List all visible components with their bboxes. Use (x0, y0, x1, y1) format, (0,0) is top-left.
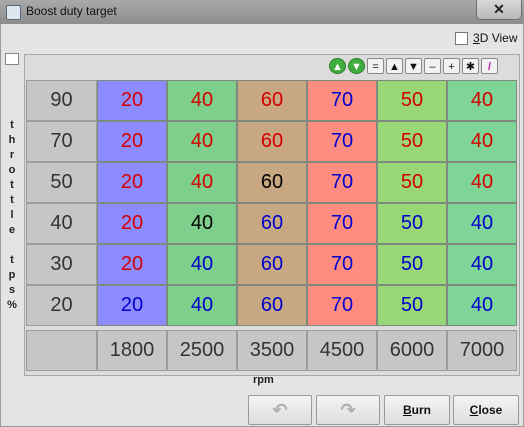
y-axis-label: t h r o t t l e t p s% (6, 118, 18, 313)
checkbox-box[interactable] (455, 31, 468, 45)
x-axis-label: rpm (253, 374, 274, 386)
table-cell[interactable]: 50 (377, 162, 447, 203)
table-cell[interactable]: 50 (377, 244, 447, 285)
undo-button[interactable]: ↶ (248, 395, 312, 425)
table-cell[interactable]: 40 (447, 121, 517, 162)
y-axis-cell[interactable]: 20 (26, 285, 97, 326)
table-cell[interactable]: 50 (377, 285, 447, 326)
table-cell[interactable]: 20 (97, 162, 167, 203)
y-axis-cell[interactable]: 50 (26, 162, 97, 203)
table-cell[interactable]: 40 (447, 244, 517, 285)
plus-icon[interactable]: + (443, 58, 460, 74)
y-axis-letter (6, 238, 18, 253)
redo-button[interactable]: ↷ (316, 395, 380, 425)
table-cell[interactable]: 60 (237, 285, 307, 326)
3d-view-mnemonic: 3 (473, 31, 480, 45)
table-cell[interactable]: 40 (447, 80, 517, 121)
burn-mnemonic: B (402, 403, 412, 417)
table-cell[interactable]: 60 (237, 244, 307, 285)
up-arrow-icon[interactable]: ▲ (386, 58, 403, 74)
x-axis-cell[interactable]: 3500 (237, 330, 307, 371)
close-button[interactable]: Close (453, 395, 519, 425)
window-title: Boost duty target (26, 4, 117, 18)
decrease-icon[interactable]: ▼ (348, 58, 365, 74)
table-cell[interactable]: 40 (167, 162, 237, 203)
increase-icon[interactable]: ▲ (329, 58, 346, 74)
y-axis-cell[interactable]: 30 (26, 244, 97, 285)
table-cell[interactable]: 40 (167, 121, 237, 162)
y-axis-letter: o (8, 164, 16, 176)
x-axis-cell[interactable]: 6000 (377, 330, 447, 371)
x-axis-cell[interactable]: 1800 (97, 330, 167, 371)
table-cell[interactable]: 70 (307, 80, 377, 121)
table-cell[interactable]: 40 (447, 203, 517, 244)
y-axis-letter: t (10, 179, 14, 191)
table-cell[interactable]: 40 (167, 80, 237, 121)
brush-icon[interactable]: / (481, 58, 498, 74)
table-cell[interactable]: 60 (237, 80, 307, 121)
window-close-button[interactable]: ✕ (476, 0, 522, 20)
table-cell[interactable]: 60 (237, 162, 307, 203)
y-axis-cell[interactable]: 40 (26, 203, 97, 244)
burn-button[interactable]: Burn (384, 395, 450, 425)
table-cell[interactable]: 40 (447, 285, 517, 326)
table-cell[interactable]: 70 (307, 285, 377, 326)
table-cell[interactable]: 20 (97, 244, 167, 285)
y-axis-letter: p (8, 269, 16, 281)
table-cell[interactable]: 20 (97, 80, 167, 121)
x-axis-cell[interactable]: 4500 (307, 330, 377, 371)
table-cell[interactable]: 70 (307, 162, 377, 203)
3d-view-checkbox[interactable]: 3D View (455, 31, 517, 45)
table-toolbar: ▲ ▼ = ▲ ▼ – + ✱ / (329, 58, 498, 74)
table-cell[interactable]: 40 (167, 244, 237, 285)
y-axis-cell[interactable]: 70 (26, 121, 97, 162)
down-arrow-icon[interactable]: ▼ (405, 58, 422, 74)
multiply-icon[interactable]: ✱ (462, 58, 479, 74)
y-axis-letter: t (10, 119, 14, 131)
table-cell[interactable]: 50 (377, 121, 447, 162)
title-bar: Boost duty target ✕ (0, 0, 524, 24)
edit-table-icon[interactable] (5, 53, 19, 65)
y-axis-letter: s (8, 284, 16, 296)
table-cell[interactable]: 70 (307, 203, 377, 244)
table-cell[interactable]: 50 (377, 80, 447, 121)
table-cell[interactable]: 60 (237, 121, 307, 162)
y-axis-letter: % (7, 299, 17, 311)
y-axis-letter: t (10, 194, 14, 206)
table-cell[interactable]: 20 (97, 121, 167, 162)
table-cell[interactable]: 40 (447, 162, 517, 203)
y-axis-letter: h (8, 134, 16, 146)
y-axis-cell[interactable]: 90 (26, 80, 97, 121)
y-axis-letter: r (9, 149, 15, 161)
minus-icon[interactable]: – (424, 58, 441, 74)
3d-view-label: D View (479, 31, 518, 45)
table-cell[interactable]: 20 (97, 285, 167, 326)
table-cell[interactable]: 20 (97, 203, 167, 244)
table-cell[interactable]: 70 (307, 121, 377, 162)
y-axis-letter: e (8, 224, 16, 236)
table-cell[interactable]: 70 (307, 244, 377, 285)
table-corner (26, 330, 97, 371)
table-cell[interactable]: 50 (377, 203, 447, 244)
burn-label: urn (411, 403, 431, 417)
y-axis-letter: l (10, 209, 14, 221)
table-cell[interactable]: 40 (167, 285, 237, 326)
x-axis-cell[interactable]: 2500 (167, 330, 237, 371)
y-axis-letter: t (10, 254, 14, 266)
app-icon (6, 5, 21, 20)
table-cell[interactable]: 40 (167, 203, 237, 244)
close-label: lose (478, 403, 503, 417)
x-axis-cell[interactable]: 7000 (447, 330, 517, 371)
table-cell[interactable]: 60 (237, 203, 307, 244)
equals-icon[interactable]: = (367, 58, 384, 74)
